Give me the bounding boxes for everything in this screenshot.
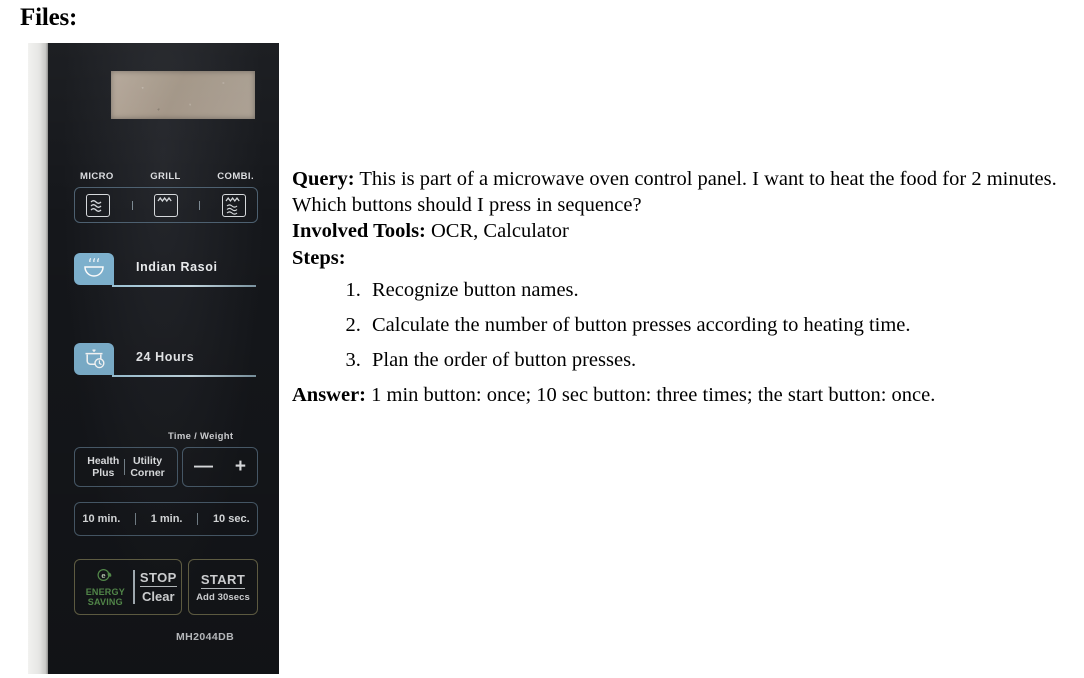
micro-button[interactable] bbox=[85, 193, 111, 217]
mode-divider-2 bbox=[199, 200, 201, 210]
combi-grill-waves-icon bbox=[221, 193, 246, 217]
answer-paragraph: Answer: 1 min button: once; 10 sec butto… bbox=[292, 382, 1078, 408]
stop-clear-button[interactable]: STOP Clear bbox=[139, 570, 177, 604]
control-panel: MICRO GRILL COMBI. Indian Rasoi 24 Hours… bbox=[48, 43, 279, 674]
24-hours-underline bbox=[112, 375, 256, 377]
svg-text:e: e bbox=[102, 571, 106, 580]
steps-list: Recognize button names. Calculate the nu… bbox=[292, 277, 1078, 373]
indian-rasoi-label: Indian Rasoi bbox=[136, 260, 218, 274]
time-weight-label: Time / Weight bbox=[168, 431, 234, 442]
grill-button[interactable] bbox=[153, 193, 179, 217]
query-label: Query: bbox=[292, 168, 355, 190]
mode-button-group bbox=[74, 187, 258, 223]
query-text: This is part of a microwave oven control… bbox=[292, 168, 1057, 217]
time-weight-stepper: — + bbox=[182, 447, 258, 487]
mode-label-micro: MICRO bbox=[80, 171, 114, 182]
indian-rasoi-underline bbox=[112, 285, 256, 287]
time-button-group: 10 min. 1 min. 10 sec. bbox=[74, 502, 258, 536]
health-plus-line1: Health bbox=[87, 455, 120, 467]
minus-button[interactable]: — bbox=[194, 457, 213, 476]
indian-rasoi-row[interactable]: Indian Rasoi bbox=[74, 253, 256, 287]
mode-label-grill: GRILL bbox=[150, 171, 181, 182]
pot-clock-icon[interactable] bbox=[74, 343, 114, 375]
microwave-panel-photo: MICRO GRILL COMBI. Indian Rasoi 24 Hours… bbox=[28, 43, 279, 674]
tools-label: Involved Tools: bbox=[292, 220, 426, 243]
document-text-column: Query: This is part of a microwave oven … bbox=[292, 166, 1078, 408]
add-30-seconds-label: Add 30secs bbox=[196, 591, 250, 603]
ten-second-button[interactable]: 10 sec. bbox=[213, 513, 250, 525]
clear-label: Clear bbox=[142, 589, 175, 604]
plus-button[interactable]: + bbox=[235, 457, 246, 476]
ten-minute-button[interactable]: 10 min. bbox=[82, 513, 120, 525]
photo-left-edge bbox=[28, 43, 48, 674]
tools-paragraph: Involved Tools: OCR, Calculator bbox=[292, 218, 1078, 244]
start-button[interactable]: START Add 30secs bbox=[188, 559, 258, 615]
lcd-display bbox=[111, 71, 255, 119]
energy-stop-button-group: e ENERGY SAVING STOP Clear bbox=[74, 559, 182, 615]
model-number: MH2044DB bbox=[176, 631, 235, 643]
energy-stop-divider bbox=[133, 570, 135, 604]
page-title: Files: bbox=[20, 4, 78, 31]
start-label: START bbox=[200, 571, 246, 589]
list-item: Plan the order of button presses. bbox=[366, 347, 1078, 373]
utility-corner-line2: Corner bbox=[130, 467, 165, 479]
answer-label: Answer: bbox=[292, 384, 367, 407]
tools-text: OCR, Calculator bbox=[425, 220, 569, 243]
stop-label: STOP bbox=[139, 570, 177, 587]
24-hours-label: 24 Hours bbox=[136, 350, 195, 364]
steps-label: Steps: bbox=[292, 246, 346, 269]
mode-labels: MICRO GRILL COMBI. bbox=[80, 171, 254, 182]
health-plus-button[interactable]: Health Plus bbox=[83, 455, 123, 479]
health-utility-divider bbox=[124, 459, 126, 475]
24-hours-row[interactable]: 24 Hours bbox=[74, 343, 256, 377]
mode-label-combi: COMBI. bbox=[217, 171, 254, 182]
grill-coil-icon bbox=[153, 193, 178, 217]
energy-saving-button[interactable]: e ENERGY SAVING bbox=[79, 568, 131, 607]
steaming-bowl-icon[interactable] bbox=[74, 253, 114, 285]
answer-text: 1 min button: once; 10 sec button: three… bbox=[366, 384, 936, 407]
health-utility-button-group: Health Plus Utility Corner bbox=[74, 447, 178, 487]
utility-corner-button[interactable]: Utility Corner bbox=[126, 455, 168, 479]
steps-heading: Steps: bbox=[292, 245, 1078, 271]
microwave-waves-icon bbox=[86, 193, 111, 217]
utility-corner-line1: Utility bbox=[132, 455, 163, 467]
energy-saving-line2: SAVING bbox=[87, 596, 123, 607]
mode-divider-1 bbox=[131, 200, 133, 210]
time-divider-1 bbox=[134, 513, 136, 525]
combi-button[interactable] bbox=[221, 193, 247, 217]
eco-leaf-icon: e bbox=[79, 568, 131, 585]
query-paragraph: Query: This is part of a microwave oven … bbox=[292, 166, 1078, 218]
list-item: Recognize button names. bbox=[366, 277, 1078, 303]
health-plus-line2: Plus bbox=[92, 467, 115, 479]
time-divider-2 bbox=[197, 513, 199, 525]
energy-saving-line1: ENERGY bbox=[85, 586, 125, 597]
one-minute-button[interactable]: 1 min. bbox=[151, 513, 183, 525]
list-item: Calculate the number of button presses a… bbox=[366, 312, 1078, 338]
